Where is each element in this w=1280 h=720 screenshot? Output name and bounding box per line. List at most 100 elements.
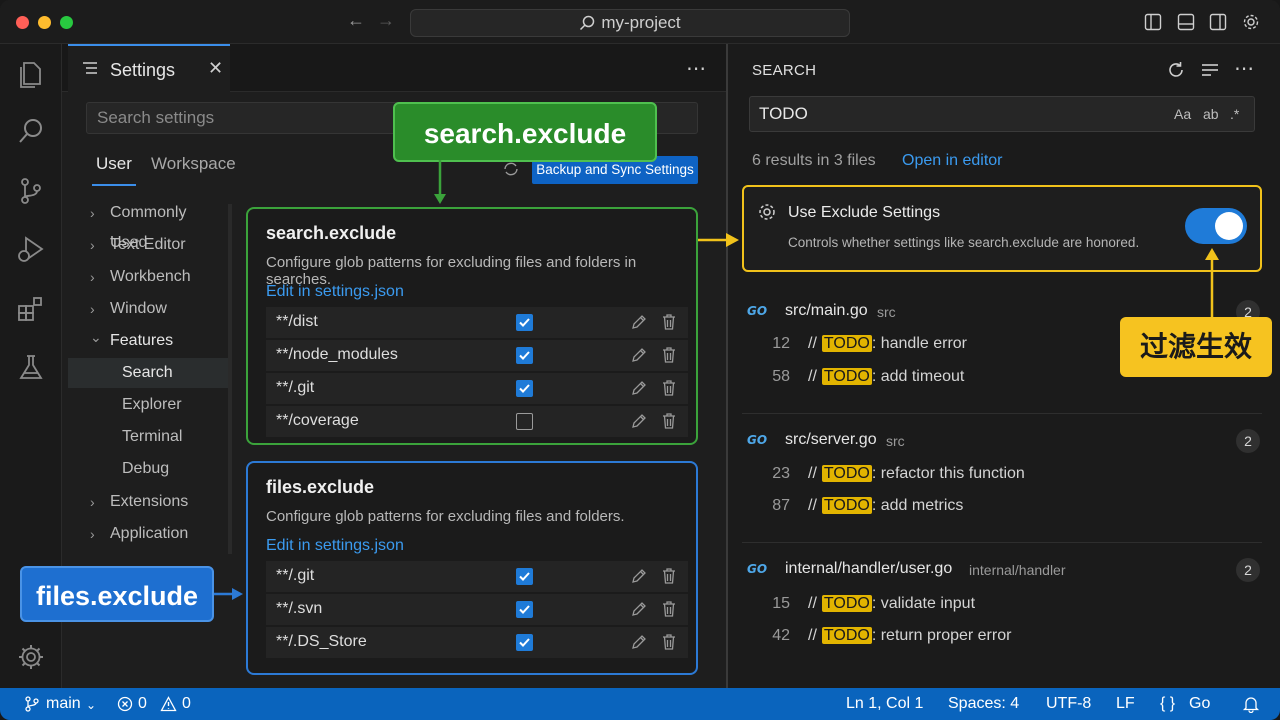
gear-icon	[759, 204, 775, 220]
match-highlight: TODO	[821, 368, 872, 385]
trash-icon[interactable]	[660, 567, 678, 585]
bell-icon[interactable]	[1242, 695, 1260, 713]
pattern-checkbox[interactable]	[516, 380, 533, 397]
tree-item-features[interactable]: ⌄ Features	[68, 326, 228, 356]
pencil-icon[interactable]	[630, 633, 648, 651]
chevron-right-icon: ›	[90, 494, 95, 510]
more-actions-icon[interactable]: ⋯	[686, 56, 707, 81]
arrow-up-icon	[1205, 248, 1219, 318]
use-regex-toggle[interactable]: .*	[1230, 106, 1239, 122]
tree-scrollbar[interactable]	[228, 204, 232, 554]
pattern-row: **/.DS_Store	[266, 627, 688, 659]
checkmark-icon	[519, 351, 530, 360]
chevron-down-icon[interactable]: ⌄	[86, 698, 96, 712]
error-count[interactable]: 0	[138, 695, 147, 713]
toggle-primary-sidebar-icon[interactable]	[1144, 13, 1162, 31]
extensions-icon[interactable]	[16, 294, 46, 324]
pattern-text: **/coverage	[276, 412, 359, 429]
command-center[interactable]: my-project	[410, 9, 850, 37]
command-center-label: my-project	[601, 13, 681, 32]
pattern-checkbox[interactable]	[516, 634, 533, 651]
toggle-knob	[1215, 212, 1243, 240]
refresh-icon[interactable]	[1166, 60, 1186, 80]
match-line[interactable]: 15 //TODO: validate input	[742, 595, 1262, 621]
toggle-secondary-sidebar-icon[interactable]	[1209, 13, 1227, 31]
close-icon[interactable]: ✕	[208, 58, 223, 79]
encoding[interactable]: UTF-8	[1046, 695, 1091, 713]
tree-item-explorer[interactable]: Explorer	[68, 390, 228, 420]
indentation[interactable]: Spaces: 4	[948, 695, 1019, 713]
search-exclude-setting: search.exclude Configure glob patterns f…	[246, 207, 698, 445]
pattern-text: **/.svn	[276, 600, 323, 617]
search-query-input[interactable]	[750, 97, 1150, 131]
trash-icon[interactable]	[660, 346, 678, 364]
tree-item-extensions[interactable]: › Extensions	[68, 487, 228, 517]
customize-layout-icon[interactable]	[1242, 13, 1260, 31]
open-in-editor-link[interactable]: Open in editor	[902, 152, 1003, 170]
pattern-checkbox[interactable]	[516, 347, 533, 364]
end-of-line[interactable]: LF	[1116, 695, 1135, 713]
match-rest: : add metrics	[871, 497, 964, 514]
pencil-icon[interactable]	[630, 346, 648, 364]
pattern-checkbox[interactable]	[516, 601, 533, 618]
search-view-icon[interactable]	[16, 116, 46, 146]
tree-item-commonly-used[interactable]: › Commonly Used	[68, 198, 228, 251]
go-file-icon: GO	[747, 433, 768, 447]
match-case-toggle[interactable]: Aa	[1174, 106, 1191, 122]
tree-item-workbench[interactable]: › Workbench	[68, 262, 228, 292]
comment-prefix: //	[808, 497, 817, 514]
match-line[interactable]: 42 //TODO: return proper error	[742, 627, 1262, 653]
tree-item-window[interactable]: › Window	[68, 294, 228, 324]
minimize-window-button[interactable]	[38, 16, 51, 29]
pattern-text: **/.git	[276, 567, 315, 584]
use-exclude-toggle[interactable]	[1185, 208, 1247, 244]
result-file-dir: internal/handler	[969, 562, 1066, 578]
match-line[interactable]: 23 //TODO: refactor this function	[742, 465, 1262, 491]
manage-gear-icon[interactable]	[16, 642, 46, 672]
match-rest: : return proper error	[871, 627, 1012, 644]
branch-name[interactable]: main	[46, 695, 81, 713]
back-arrow-icon[interactable]: ←	[347, 10, 365, 31]
tree-item-terminal[interactable]: Terminal	[68, 422, 228, 452]
pattern-checkbox[interactable]	[516, 314, 533, 331]
pattern-text: **/node_modules	[276, 346, 398, 363]
pencil-icon[interactable]	[630, 600, 648, 618]
toggle-panel-icon[interactable]	[1177, 13, 1195, 31]
tree-item-search[interactable]: Search	[68, 358, 228, 388]
testing-flask-icon[interactable]	[16, 352, 46, 382]
match-line[interactable]: 87 //TODO: add metrics	[742, 497, 1262, 523]
edit-in-settings-json-link[interactable]: Edit in settings.json	[266, 283, 404, 301]
pattern-checkbox[interactable]	[516, 413, 533, 430]
trash-icon[interactable]	[660, 379, 678, 397]
tab-settings[interactable]: Settings ✕	[68, 44, 230, 92]
trash-icon[interactable]	[660, 633, 678, 651]
pattern-checkbox[interactable]	[516, 568, 533, 585]
pencil-icon[interactable]	[630, 412, 648, 430]
match-whole-word-toggle[interactable]: ab	[1203, 106, 1219, 122]
forward-arrow-icon[interactable]: →	[377, 10, 395, 31]
chevron-right-icon: ›	[90, 205, 95, 221]
edit-in-settings-json-link[interactable]: Edit in settings.json	[266, 537, 404, 555]
explorer-icon[interactable]	[16, 58, 46, 88]
cursor-position[interactable]: Ln 1, Col 1	[846, 695, 923, 713]
scope-tab-workspace[interactable]: Workspace	[151, 154, 236, 174]
close-window-button[interactable]	[16, 16, 29, 29]
chevron-down-icon: ⌄	[90, 329, 102, 345]
source-control-icon[interactable]	[16, 176, 46, 206]
trash-icon[interactable]	[660, 313, 678, 331]
scope-tab-user[interactable]: User	[92, 154, 136, 186]
warning-count[interactable]: 0	[182, 695, 191, 713]
clear-results-icon[interactable]	[1200, 60, 1220, 80]
zoom-window-button[interactable]	[60, 16, 73, 29]
trash-icon[interactable]	[660, 412, 678, 430]
search-more-icon[interactable]: ⋯	[1234, 56, 1255, 81]
pencil-icon[interactable]	[630, 313, 648, 331]
tree-item-application[interactable]: › Application	[68, 519, 228, 549]
tree-item-text-editor[interactable]: › Text Editor	[68, 230, 228, 260]
language-mode[interactable]: Go	[1189, 695, 1210, 713]
pencil-icon[interactable]	[630, 379, 648, 397]
pencil-icon[interactable]	[630, 567, 648, 585]
trash-icon[interactable]	[660, 600, 678, 618]
tree-item-debug[interactable]: Debug	[68, 454, 228, 484]
run-and-debug-icon[interactable]	[16, 234, 46, 264]
